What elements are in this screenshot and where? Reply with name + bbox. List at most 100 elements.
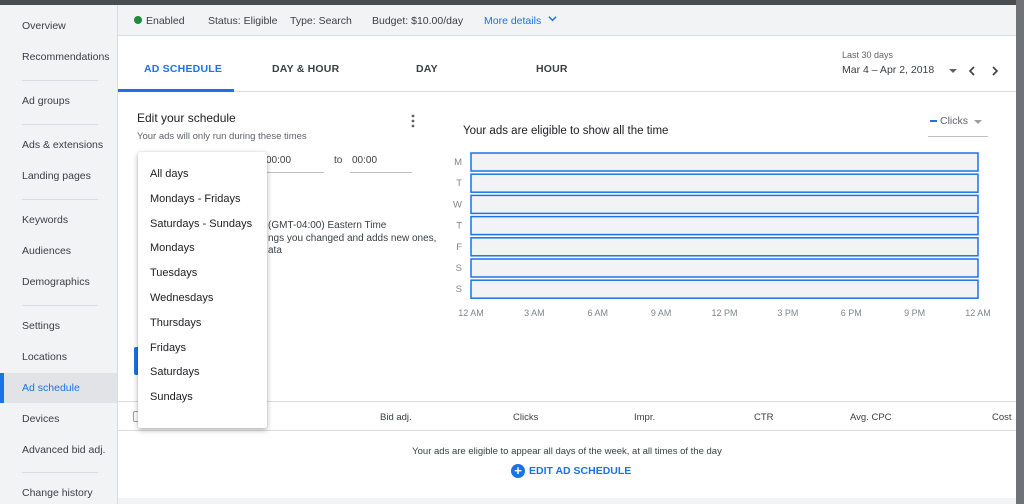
sidebar-divider — [22, 124, 98, 125]
sidebar-item-demographics[interactable]: Demographics — [0, 267, 117, 297]
sidebar-item-label: Ad schedule — [22, 382, 80, 394]
sidebar-item-label: Devices — [22, 413, 60, 425]
metric-color-swatch — [930, 120, 937, 122]
more-options-icon[interactable] — [411, 114, 415, 128]
sidebar-item-audiences[interactable]: Audiences — [0, 236, 117, 266]
tab-bar: AD SCHEDULE DAY & HOUR DAY HOUR Last 30 … — [118, 36, 1016, 92]
sidebar-item-label: Ads & extensions — [22, 139, 104, 151]
day-option-tuesdays[interactable]: Tuesdays — [138, 261, 267, 286]
schedule-block — [470, 152, 979, 172]
x-tick-label: 3 PM — [777, 308, 798, 318]
day-selector-dropdown: All days Mondays - Fridays Saturdays - S… — [138, 152, 267, 428]
sidebar-item-label: Landing pages — [22, 170, 91, 182]
tab-ad-schedule[interactable]: AD SCHEDULE — [144, 63, 222, 75]
sidebar-item-devices[interactable]: Devices — [0, 404, 117, 434]
app: Overview Recommendations Ad groups Ads &… — [0, 5, 1016, 504]
sidebar-item-label: Locations — [22, 351, 67, 363]
x-tick-label: 6 AM — [587, 308, 608, 318]
sidebar-item-advanced-bid-adj[interactable]: Advanced bid adj. — [0, 435, 117, 465]
sidebar-item-label: Keywords — [22, 214, 69, 226]
edit-schedule-title: Edit your schedule — [137, 111, 236, 125]
x-tick-label: 12 AM — [458, 308, 484, 318]
sidebar-item-label: Recommendations — [22, 51, 110, 63]
sidebar-item-ad-schedule[interactable]: Ad schedule — [0, 373, 117, 403]
active-tab-indicator — [118, 89, 234, 92]
enabled-status-dot-icon — [134, 16, 142, 24]
column-bid-adj[interactable]: Bid adj. — [380, 412, 412, 423]
column-ctr[interactable]: CTR — [754, 412, 774, 423]
day-option-mondays-fridays[interactable]: Mondays - Fridays — [138, 187, 267, 212]
metric-selector[interactable]: Clicks — [928, 109, 988, 137]
sidebar-item-settings[interactable]: Settings — [0, 311, 117, 341]
chart-title: Your ads are eligible to show all the ti… — [463, 125, 669, 137]
column-avg-cpc[interactable]: Avg. CPC — [850, 412, 892, 423]
campaign-type: Type: Search — [290, 15, 352, 27]
eligibility-status: Status: Eligible — [208, 15, 278, 27]
day-row-label: F — [456, 242, 462, 253]
x-tick-label: 9 PM — [904, 308, 925, 318]
sidebar-item-landing-pages[interactable]: Landing pages — [0, 161, 117, 191]
sidebar-item-ad-groups[interactable]: Ad groups — [0, 86, 117, 116]
day-row-label: S — [456, 284, 462, 295]
day-option-saturdays[interactable]: Saturdays — [138, 360, 267, 385]
edit-ad-schedule-label: EDIT AD SCHEDULE — [529, 465, 632, 477]
sidebar-item-locations[interactable]: Locations — [0, 342, 117, 372]
sidebar: Overview Recommendations Ad groups Ads &… — [0, 5, 118, 504]
column-clicks[interactable]: Clicks — [513, 412, 538, 423]
sidebar-item-label: Change history — [22, 487, 93, 499]
more-details-link[interactable]: More details — [484, 15, 541, 27]
sidebar-item-label: Demographics — [22, 276, 90, 288]
day-option-fridays[interactable]: Fridays — [138, 336, 267, 361]
sidebar-item-label: Advanced bid adj. — [22, 444, 106, 456]
schedule-block — [470, 215, 979, 236]
schedule-note-text-continued: ata — [268, 245, 282, 256]
x-tick-label: 3 AM — [524, 308, 545, 318]
tab-day[interactable]: DAY — [416, 63, 438, 75]
date-range-selector[interactable]: Mar 4 – Apr 2, 2018 — [842, 64, 934, 76]
day-option-all-days[interactable]: All days — [138, 162, 267, 187]
schedule-heatmap: MTWTFSS12 AM 3 AM 6 AM 9 AM 12 PM 3 PM 6 PM 9 P… — [453, 152, 991, 318]
tab-hour[interactable]: HOUR — [536, 63, 568, 75]
schedule-block — [470, 279, 979, 299]
sidebar-item-overview[interactable]: Overview — [0, 11, 117, 41]
sidebar-item-label: Overview — [22, 20, 66, 32]
day-option-wednesdays[interactable]: Wednesdays — [138, 286, 267, 311]
sidebar-divider — [22, 199, 98, 200]
day-option-thursdays[interactable]: Thursdays — [138, 311, 267, 336]
metric-caret-icon — [974, 120, 982, 124]
sidebar-item-change-history[interactable]: Change history — [0, 478, 117, 504]
date-range-caret-icon[interactable] — [949, 69, 957, 73]
schedule-block — [470, 237, 979, 257]
footer-strip — [118, 498, 1016, 504]
chevron-down-icon[interactable] — [548, 14, 557, 23]
sidebar-divider — [22, 305, 98, 306]
sidebar-item-label: Settings — [22, 320, 60, 332]
sidebar-item-label: Ad groups — [22, 95, 70, 107]
day-option-saturdays-sundays[interactable]: Saturdays - Sundays — [138, 212, 267, 237]
campaign-budget: Budget: $10.00/day — [372, 15, 464, 27]
metric-selector-label: Clicks — [940, 115, 968, 127]
tab-day-and-hour[interactable]: DAY & HOUR — [272, 63, 339, 75]
sidebar-item-keywords[interactable]: Keywords — [0, 205, 117, 235]
day-row-label: M — [454, 157, 462, 168]
schedule-block — [470, 194, 979, 215]
schedule-block — [470, 173, 979, 193]
x-tick-label: 9 AM — [651, 308, 672, 318]
day-row-label: T — [456, 178, 462, 189]
campaign-status-bar: Enabled Status: Eligible Type: Search Bu… — [118, 5, 1016, 36]
schedule-note-text: ngs you changed and adds new ones, — [268, 233, 437, 244]
enabled-status: Enabled — [146, 15, 185, 27]
x-tick-label: 6 PM — [841, 308, 862, 318]
sidebar-item-label: Audiences — [22, 245, 72, 257]
end-time-field[interactable]: 00:00 — [350, 149, 412, 173]
day-option-sundays[interactable]: Sundays — [138, 385, 267, 410]
sidebar-divider — [22, 472, 98, 473]
next-period-icon[interactable] — [991, 66, 999, 76]
column-cost[interactable]: Cost — [992, 412, 1012, 423]
day-option-mondays[interactable]: Mondays — [138, 236, 267, 261]
column-impr[interactable]: Impr. — [634, 412, 655, 423]
sidebar-item-recommendations[interactable]: Recommendations — [0, 42, 117, 72]
sidebar-item-ads-extensions[interactable]: Ads & extensions — [0, 130, 117, 160]
start-time-field[interactable]: 00:00 — [264, 149, 324, 173]
previous-period-icon[interactable] — [968, 66, 976, 76]
